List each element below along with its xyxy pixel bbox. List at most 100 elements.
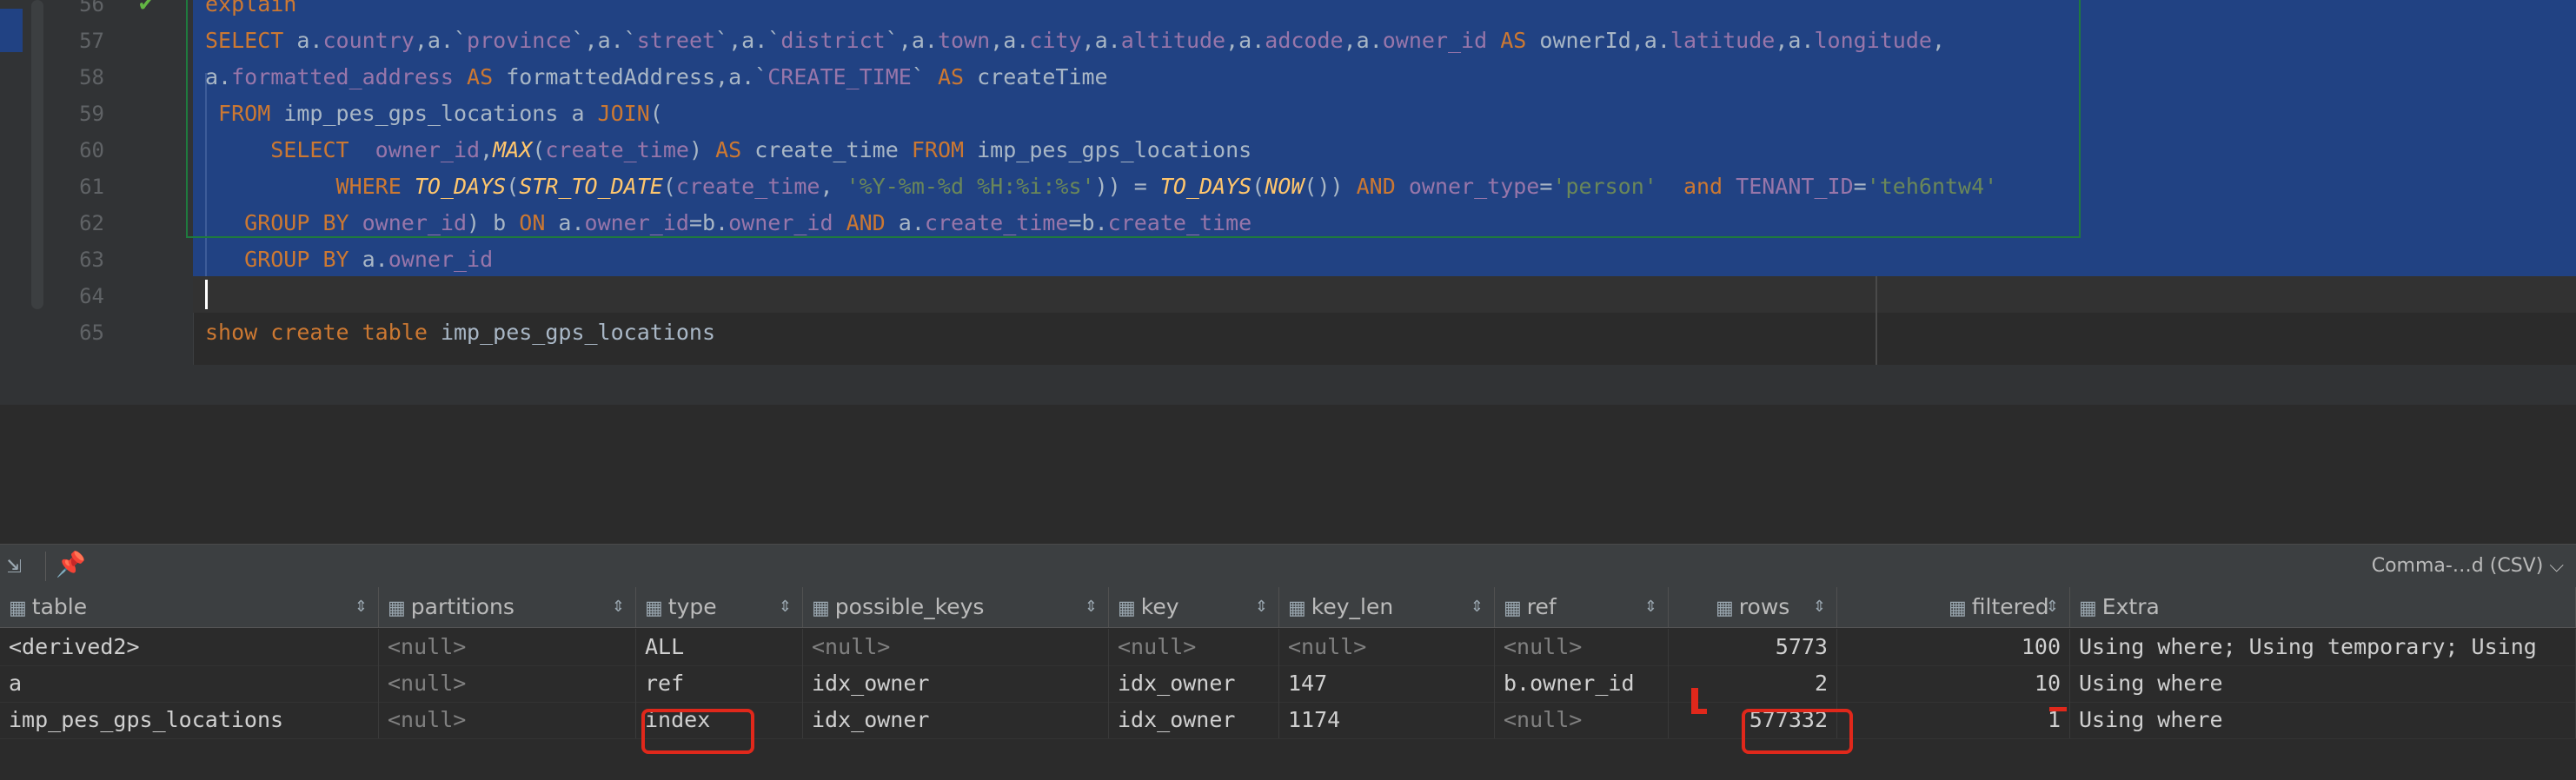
code-token: = [1853, 174, 1867, 199]
column-header-key[interactable]: ▦ key ⇕ [1109, 587, 1279, 627]
cell-partitions[interactable]: <null> [379, 702, 636, 738]
code-token: ) [688, 137, 716, 162]
code-line[interactable]: explain [205, 0, 296, 23]
code-token: ON [519, 210, 559, 235]
cell-filtered[interactable]: 100 [1837, 629, 2070, 665]
code-token: ()) [1304, 174, 1357, 199]
code-token: SELECT [205, 137, 375, 162]
export-format-dropdown[interactable]: Comma-…d (CSV) ⌵ [2372, 555, 2564, 577]
column-header-label: partitions [410, 594, 515, 619]
row-divider [0, 738, 2576, 739]
cell-key-len[interactable]: 147 [1279, 665, 1495, 702]
sort-icon[interactable]: ⇕ [1255, 587, 1268, 627]
cell-ref[interactable]: b.owner_id [1495, 665, 1669, 702]
code-token: latitude [1670, 28, 1776, 53]
cell-ref[interactable]: <null> [1495, 629, 1669, 665]
line-number: 62 [79, 211, 104, 235]
code-line[interactable]: show create table imp_pes_gps_locations [205, 314, 715, 351]
cell-type[interactable]: ref [636, 665, 803, 702]
cell-possible-keys[interactable]: idx_owner [803, 702, 1109, 738]
code-token: createTime [977, 64, 1108, 89]
column-header-possible-keys[interactable]: ▦ possible_keys ⇕ [803, 587, 1109, 627]
pin-icon[interactable]: 📌 [56, 550, 86, 578]
cell-key-len[interactable]: 1174 [1279, 702, 1495, 738]
gutter-scrollbar[interactable] [31, 0, 43, 309]
code-token: JOIN [597, 101, 650, 126]
sort-icon[interactable]: ⇕ [1085, 587, 1098, 627]
code-token: owner_id [584, 210, 689, 235]
code-line[interactable]: SELECT owner_id,MAX(create_time) AS crea… [205, 132, 1251, 169]
column-header-label: possible_keys [834, 594, 985, 619]
sort-icon[interactable]: ⇕ [779, 587, 792, 627]
cell-table[interactable]: imp_pes_gps_locations [0, 702, 379, 738]
cell-type[interactable]: ALL [636, 629, 803, 665]
cell-key[interactable]: idx_owner [1109, 702, 1279, 738]
cell-table[interactable]: a [0, 665, 379, 702]
cell-partitions[interactable]: <null> [379, 665, 636, 702]
column-header-ref[interactable]: ▦ ref ⇕ [1495, 587, 1669, 627]
cell-key[interactable]: <null> [1109, 629, 1279, 665]
code-token: ,a. [990, 28, 1030, 53]
code-token: AND [846, 210, 899, 235]
code-token: =b. [688, 210, 729, 235]
code-token: ,a. [1630, 28, 1670, 53]
table-column-icon: ▦ [388, 598, 406, 619]
cell-extra[interactable]: Using where; Using temporary; Using [2070, 629, 2576, 665]
current-line-highlight [193, 276, 2576, 313]
code-token: street [636, 28, 716, 53]
table-column-icon: ▦ [1288, 598, 1306, 619]
column-header-partitions[interactable]: ▦ partitions ⇕ [379, 587, 636, 627]
code-line[interactable]: GROUP BY owner_id) b ON a.owner_id=b.own… [205, 205, 1251, 241]
ide-window: ✔ 56 57 58 59 60 61 62 63 64 65 explain SELECT a.c… [0, 0, 2576, 780]
layout-icon[interactable]: ⇲ [7, 550, 22, 578]
column-header-key-len[interactable]: ▦ key_len ⇕ [1279, 587, 1495, 627]
column-header-type[interactable]: ▦ type ⇕ [636, 587, 803, 627]
table-row[interactable]: <derived2> <null> ALL <null> <null> <null> <nu… [0, 629, 2576, 665]
cell-key-len[interactable]: <null> [1279, 629, 1495, 665]
cell-extra[interactable]: Using where [2070, 702, 2576, 738]
code-token: owner_type [1408, 174, 1540, 199]
code-token: a. [296, 28, 323, 53]
table-row[interactable]: a <null> ref idx_owner idx_owner 147 b.owner_i… [0, 665, 2576, 702]
sort-icon[interactable]: ⇕ [2046, 587, 2059, 627]
table-row[interactable]: imp_pes_gps_locations <null> index idx_owne… [0, 702, 2576, 738]
code-token: GROUP BY [205, 210, 362, 235]
cell-possible-keys[interactable]: <null> [803, 629, 1109, 665]
code-line[interactable]: SELECT a.country,a.`province`,a.`street`… [205, 23, 1945, 59]
code-line[interactable]: WHERE TO_DAYS(STR_TO_DATE(create_time, '… [205, 169, 1998, 205]
column-header-filtered[interactable]: ▦ filtered ⇕ [1837, 587, 2070, 627]
code-token: )) = [1094, 174, 1160, 199]
sort-icon[interactable]: ⇕ [1813, 587, 1826, 627]
cell-table[interactable]: <derived2> [0, 629, 379, 665]
cell-partitions[interactable]: <null> [379, 629, 636, 665]
code-line[interactable]: FROM imp_pes_gps_locations a JOIN( [205, 96, 663, 132]
code-token: TO_DAYS [1159, 174, 1252, 199]
code-token: GROUP BY [205, 247, 362, 272]
sort-icon[interactable]: ⇕ [1471, 587, 1484, 627]
code-line[interactable]: a.formatted_address AS formattedAddress,… [205, 59, 1108, 96]
cell-possible-keys[interactable]: idx_owner [803, 665, 1109, 702]
column-header-table[interactable]: ▦ table ⇕ [0, 587, 379, 627]
chevron-down-icon: ⌵ [2549, 555, 2564, 577]
sort-icon[interactable]: ⇕ [355, 587, 368, 627]
column-header-extra[interactable]: ▦ Extra [2070, 587, 2576, 627]
cell-key[interactable]: idx_owner [1109, 665, 1279, 702]
results-grid[interactable]: ▦ table ⇕ ▦ partitions ⇕ ▦ type ⇕ ▦ possible_keys ⇕… [0, 587, 2576, 780]
sort-icon[interactable]: ⇕ [612, 587, 625, 627]
column-header-rows[interactable]: ▦ rows ⇕ [1669, 587, 1837, 627]
sql-editor[interactable]: ✔ 56 57 58 59 60 61 62 63 64 65 explain SELECT a.c… [0, 0, 2576, 365]
sort-icon[interactable]: ⇕ [1644, 587, 1657, 627]
code-token: create_time [924, 210, 1069, 235]
cell-rows[interactable]: 5773 [1669, 629, 1837, 665]
code-token: ownerId [1539, 28, 1631, 53]
cell-filtered[interactable]: 1 [1837, 702, 2070, 738]
code-token: MAX [493, 137, 533, 162]
cell-filtered[interactable]: 10 [1837, 665, 2070, 702]
cell-extra[interactable]: Using where [2070, 665, 2576, 702]
code-token: and [1656, 174, 1736, 199]
code-token: AS [937, 64, 978, 89]
code-line[interactable]: GROUP BY a.owner_id [205, 241, 493, 278]
code-token: 'teh6ntw4' [1866, 174, 1998, 199]
line-number: 60 [79, 138, 104, 162]
cell-ref[interactable]: <null> [1495, 702, 1669, 738]
